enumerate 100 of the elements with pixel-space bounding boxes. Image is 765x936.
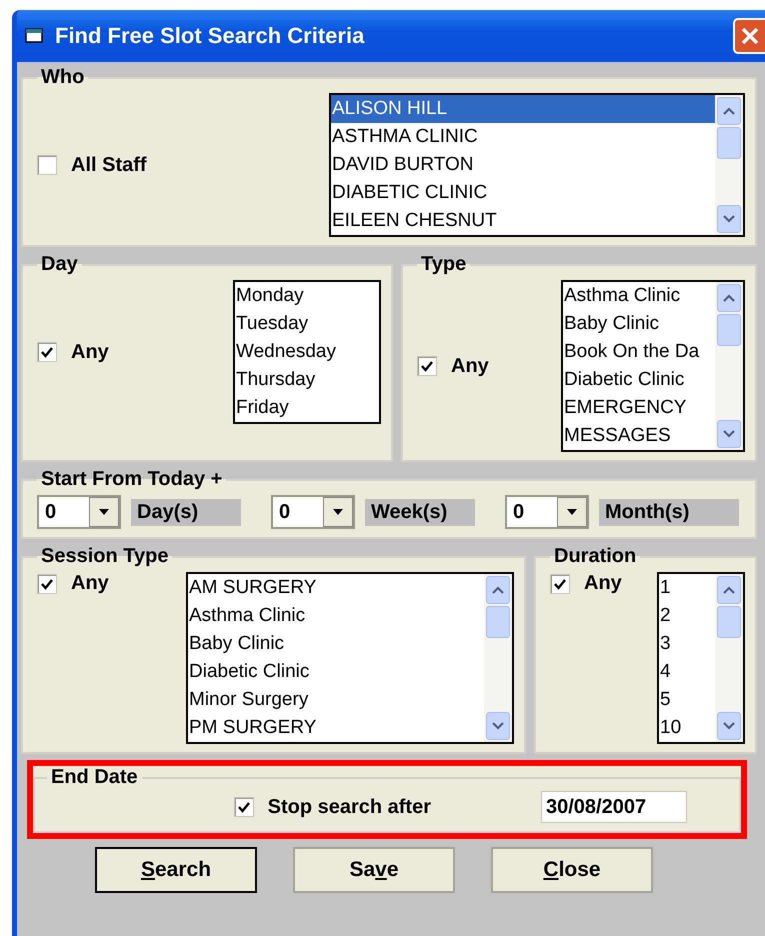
- scroll-down-button[interactable]: [717, 205, 741, 233]
- checkbox-label: All Staff: [71, 154, 147, 176]
- group-title: Who: [40, 66, 86, 89]
- scroll-thumb[interactable]: [717, 606, 741, 638]
- list-item[interactable]: Thursday: [235, 366, 379, 394]
- caret-icon: [99, 509, 109, 515]
- unit-label: Month(s): [599, 498, 739, 526]
- list-item[interactable]: Monday: [235, 282, 379, 310]
- list-item[interactable]: 2: [659, 602, 715, 630]
- list-box[interactable]: 1 2 3 4 5 10: [657, 572, 745, 744]
- list-item[interactable]: Asthma Clinic: [563, 282, 715, 310]
- caret-icon: [333, 509, 343, 515]
- list-box[interactable]: AM SURGERY Asthma Clinic Baby Clinic Diabetic Clinic Minor Surgery PM SURGERY: [186, 572, 514, 744]
- list-item[interactable]: Tuesday: [235, 310, 379, 338]
- checkmark-icon: [553, 576, 567, 590]
- close-icon: [740, 26, 760, 46]
- list-item[interactable]: PM SURGERY: [188, 714, 484, 742]
- list-box[interactable]: Monday Tuesday Wednesday Thursday Friday: [233, 280, 381, 424]
- group-title: Session Type: [40, 545, 170, 568]
- scrollbar[interactable]: [715, 282, 743, 450]
- chevron-down-icon: [723, 430, 735, 438]
- chevron-up-icon: [723, 107, 735, 115]
- checkbox[interactable]: [550, 574, 570, 594]
- list-item[interactable]: ASTHMA CLINIC: [331, 123, 715, 151]
- scrollbar[interactable]: [715, 95, 743, 235]
- checkbox[interactable]: [37, 574, 57, 594]
- dialog-button[interactable]: Save: [293, 847, 455, 893]
- chevron-down-icon: [492, 722, 504, 730]
- checkmark-icon: [40, 576, 54, 590]
- group-title: Start From Today +: [40, 468, 224, 491]
- dropdown[interactable]: 0: [505, 495, 589, 529]
- scroll-down-button[interactable]: [486, 712, 510, 740]
- list-box[interactable]: Asthma Clinic Baby Clinic Book On the Da Diabetic Clinic EMERGENCY MESSAGES: [561, 280, 745, 452]
- list-item[interactable]: Diabetic Clinic: [563, 366, 715, 394]
- list-item[interactable]: DAVID BURTON: [331, 151, 715, 179]
- list-item[interactable]: EMERGENCY: [563, 394, 715, 422]
- checkbox-label: Any: [71, 572, 109, 595]
- checkbox[interactable]: [417, 356, 437, 376]
- dialog-button[interactable]: Close: [491, 847, 653, 893]
- dropdown-button[interactable]: [557, 497, 587, 527]
- checkbox-label: Any: [451, 354, 489, 378]
- checkmark-icon: [236, 800, 251, 814]
- chevron-down-icon: [723, 215, 735, 223]
- list-item[interactable]: 1: [659, 574, 715, 602]
- dialog-button[interactable]: Search: [95, 847, 257, 893]
- scroll-up-button[interactable]: [486, 576, 510, 604]
- scrollbar[interactable]: [484, 574, 512, 742]
- list-item[interactable]: MESSAGES: [563, 422, 715, 450]
- scroll-thumb[interactable]: [717, 314, 741, 346]
- chevron-down-icon: [723, 722, 735, 730]
- scroll-thumb[interactable]: [486, 606, 510, 638]
- checkmark-icon: [40, 345, 54, 359]
- scroll-down-button[interactable]: [717, 712, 741, 740]
- close-button[interactable]: [733, 18, 765, 54]
- list-item[interactable]: Asthma Clinic: [188, 602, 484, 630]
- scroll-down-button[interactable]: [717, 420, 741, 448]
- group-title: Type: [420, 253, 468, 276]
- list-item[interactable]: 4: [659, 658, 715, 686]
- list-item[interactable]: AM SURGERY: [188, 574, 484, 602]
- list-box[interactable]: ALISON HILL ASTHMA CLINIC DAVID BURTON DIABETIC CLINIC EILEEN CHESNUT: [329, 93, 745, 237]
- checkbox-label: Stop search after: [268, 796, 431, 818]
- scroll-up-button[interactable]: [717, 576, 741, 604]
- checkbox[interactable]: [37, 155, 57, 175]
- caret-icon: [567, 509, 577, 515]
- scroll-up-button[interactable]: [717, 97, 741, 125]
- date-field[interactable]: 30/08/2007: [541, 791, 687, 823]
- window-title: Find Free Slot Search Criteria: [55, 23, 366, 49]
- checkbox[interactable]: [234, 797, 254, 817]
- checkmark-icon: [420, 359, 434, 373]
- list-item[interactable]: 3: [659, 630, 715, 658]
- checkbox-label: Any: [71, 340, 109, 364]
- dropdown-button[interactable]: [323, 497, 353, 527]
- chevron-up-icon: [723, 294, 735, 302]
- list-item[interactable]: Baby Clinic: [563, 310, 715, 338]
- list-item[interactable]: ALISON HILL: [331, 95, 715, 123]
- scrollbar[interactable]: [715, 574, 743, 742]
- list-item[interactable]: Friday: [235, 394, 379, 422]
- window-icon: [25, 27, 45, 45]
- group-title: Duration: [553, 545, 638, 568]
- chevron-up-icon: [723, 586, 735, 594]
- list-item[interactable]: Diabetic Clinic: [188, 658, 484, 686]
- list-item[interactable]: Wednesday: [235, 338, 379, 366]
- unit-label: Week(s): [365, 498, 475, 526]
- scroll-up-button[interactable]: [717, 284, 741, 312]
- dropdown-button[interactable]: [89, 497, 119, 527]
- list-item[interactable]: 10: [659, 714, 715, 742]
- group-title: End Date: [50, 766, 139, 789]
- list-item[interactable]: Baby Clinic: [188, 630, 484, 658]
- checkbox[interactable]: [37, 342, 57, 362]
- dropdown[interactable]: 0: [37, 495, 121, 529]
- list-item[interactable]: EILEEN CHESNUT: [331, 207, 715, 235]
- list-item[interactable]: Minor Surgery: [188, 686, 484, 714]
- chevron-up-icon: [492, 586, 504, 594]
- list-item[interactable]: Book On the Da: [563, 338, 715, 366]
- checkbox-label: Any: [584, 572, 622, 595]
- scroll-thumb[interactable]: [717, 127, 741, 159]
- unit-label: Day(s): [131, 498, 241, 526]
- list-item[interactable]: 5: [659, 686, 715, 714]
- dropdown[interactable]: 0: [271, 495, 355, 529]
- list-item[interactable]: DIABETIC CLINIC: [331, 179, 715, 207]
